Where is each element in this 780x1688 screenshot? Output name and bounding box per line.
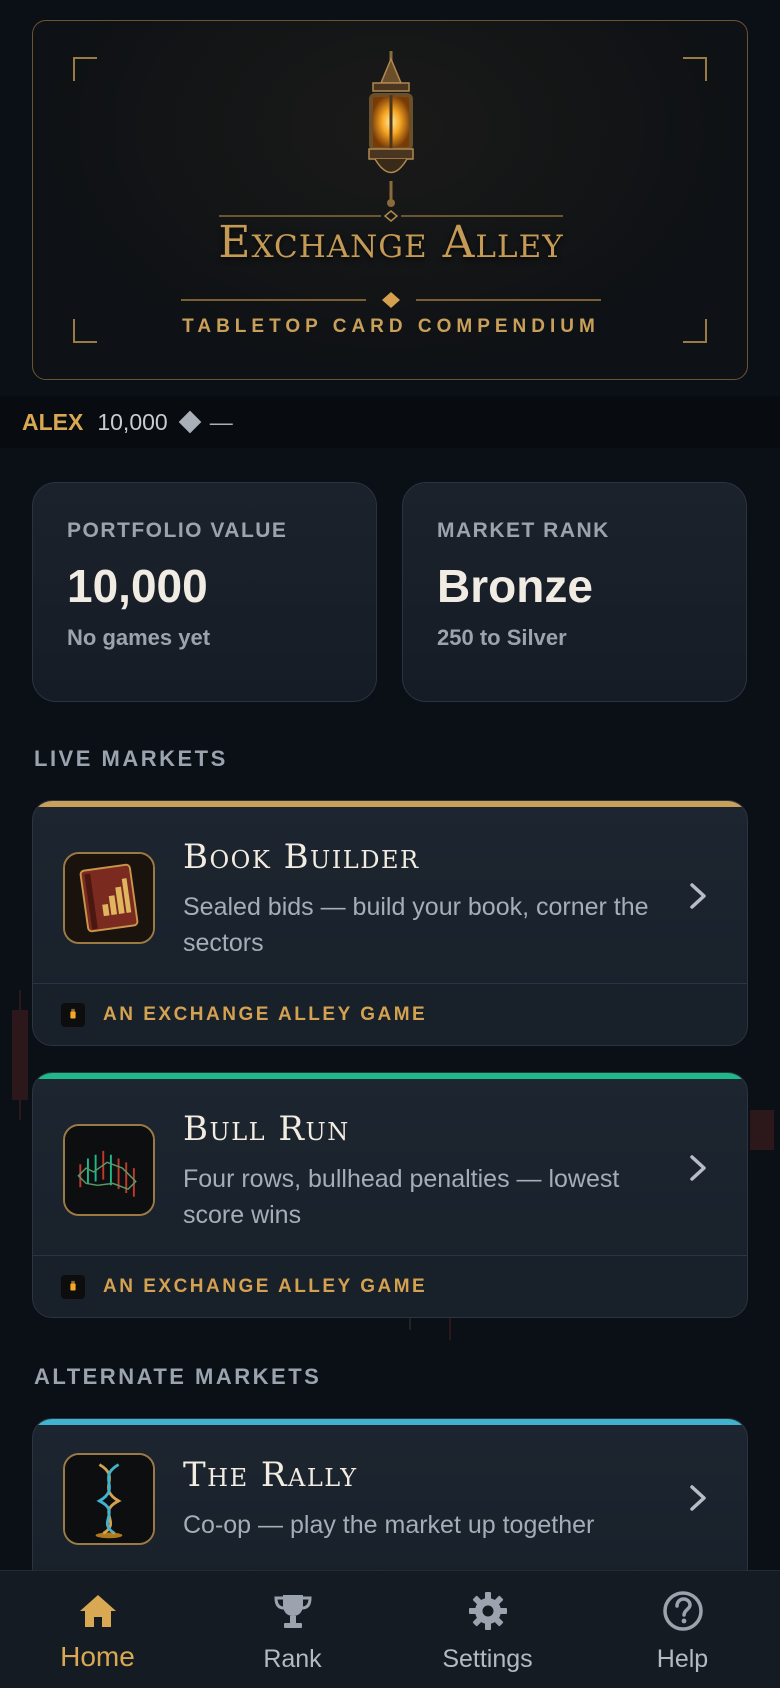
chevron-right-icon [690,1155,706,1181]
stat-label: MARKET RANK [437,519,610,542]
portfolio-value-card: PORTFOLIO VALUE 10,000 No games yet [32,482,377,702]
gear-icon [468,1592,507,1630]
nav-label: Settings [442,1645,533,1673]
bottom-navigation: Home Rank Settings Help [0,1570,780,1688]
publisher-label: AN EXCHANGE ALLEY GAME [103,1275,428,1297]
bull-icon [63,1124,155,1216]
game-title: The Rally [183,1455,358,1495]
section-title-alternate-markets: ALTERNATE MARKETS [34,1364,322,1389]
help-icon [662,1591,703,1631]
stat-subtext: 250 to Silver [437,625,567,650]
game-card-footer: AN EXCHANGE ALLEY GAME [33,983,747,1045]
game-title: Book Builder [183,837,420,877]
app-subtitle: TABLETOP CARD COMPENDIUM [182,316,600,337]
home-icon [79,1595,116,1627]
corner-ornament [73,57,97,81]
game-card-the-rally[interactable]: The Rally Co-op — play the market up tog… [32,1418,748,1588]
trophy-icon [273,1595,312,1628]
chevron-right-icon [690,883,706,909]
game-card-book-builder[interactable]: Book Builder Sealed bids — build your bo… [32,800,748,1046]
title-divider [181,292,601,308]
diamond-icon [178,410,202,434]
game-description: Co-op — play the market up together [183,1511,595,1539]
app-title: Exchange Alley [218,217,564,268]
corner-ornament [683,57,707,81]
lantern-icon [368,51,414,207]
publisher-label: AN EXCHANGE ALLEY GAME [103,1003,428,1025]
mini-lantern-icon [61,1274,85,1299]
nav-settings[interactable]: Settings [408,1589,568,1674]
helix-icon [63,1453,155,1545]
stat-label: PORTFOLIO VALUE [67,519,288,542]
nav-help[interactable]: Help [603,1589,763,1674]
stat-subtext: No games yet [67,625,211,650]
nav-label: Rank [263,1645,322,1673]
stat-value: 10,000 [67,560,208,612]
section-title-live-markets: LIVE MARKETS [34,746,228,771]
user-status-bar: ALEX 10,000 — [0,396,780,448]
user-balance: 10,000 [97,408,168,435]
nav-rank[interactable]: Rank [213,1589,373,1674]
game-card-bull-run[interactable]: Bull Run Four rows, bullhead penalties —… [32,1072,748,1318]
game-card-footer: AN EXCHANGE ALLEY GAME [33,1255,747,1317]
nav-label: Help [656,1645,709,1673]
stat-value: Bronze [437,560,593,612]
book-icon [63,852,155,944]
market-rank-card: MARKET RANK Bronze 250 to Silver [402,482,747,702]
nav-home[interactable]: Home [18,1589,178,1673]
username: ALEX [22,408,84,435]
game-title: Bull Run [183,1109,350,1149]
mini-lantern-icon [61,1002,85,1027]
hero-banner: Exchange Alley TABLETOP CARD COMPENDIUM [32,20,748,380]
game-description: Four rows, bullhead penalties — lowest s… [183,1165,620,1229]
nav-label: Home [60,1641,135,1672]
game-description: Sealed bids — build your book, corner th… [183,893,649,957]
chevron-right-icon [690,1485,706,1511]
balance-change: — [209,408,233,435]
